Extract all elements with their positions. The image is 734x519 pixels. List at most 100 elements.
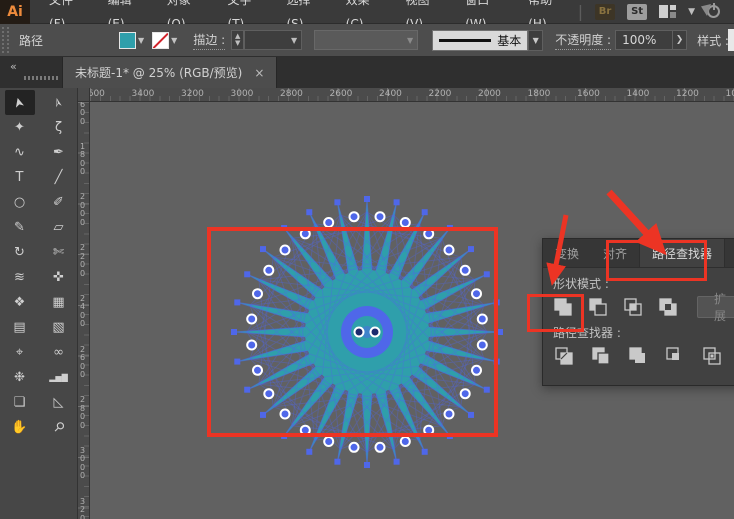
tab-pathfinder[interactable]: 路径查找器 <box>639 239 726 267</box>
hruler-label: 3200 <box>181 89 204 99</box>
vertical-ruler[interactable]: 1 6 0 0 1 8 0 0 2 0 0 0 2 2 0 0 2 4 0 0 2 6 0… <box>78 102 90 519</box>
lasso-tool[interactable]: ζ <box>44 115 74 140</box>
perspective-grid-tool-icon: ▦ <box>52 295 65 310</box>
anchor-point <box>393 199 400 206</box>
minus-front-button[interactable] <box>588 296 608 318</box>
fill-color-swatch[interactable] <box>119 31 137 49</box>
ring-anchor <box>459 388 471 400</box>
brush-definition[interactable]: 基本 <box>432 29 529 51</box>
curvature-tool[interactable]: ∿ <box>5 140 35 165</box>
curvature-tool-icon: ∿ <box>14 145 25 160</box>
menu-bar: Ai 文件(F)编辑(E)对象(O)文字(T)选择(S)效果(C)视图(V)窗口… <box>0 0 734 31</box>
scissors-tool-icon: ✄ <box>53 245 64 260</box>
sync-power-icon[interactable] <box>707 5 720 18</box>
perspective-grid-tool[interactable]: ▦ <box>44 290 74 315</box>
anchor-point <box>234 358 241 365</box>
ruler-origin-corner[interactable] <box>78 88 90 102</box>
ring-anchor <box>252 288 263 300</box>
magic-wand-tool[interactable]: ✦ <box>5 115 35 140</box>
workspace-switcher-icon[interactable] <box>659 5 677 18</box>
eyedropper-tool[interactable]: ⌖ <box>5 340 35 365</box>
zoom-tool[interactable]: ⚲ <box>44 415 74 440</box>
tools-panel: ➤➢✦ζ∿✒T╱○✐✎▱↻✄≋✜❖▦▤▧⌖∞❉▂▅▇❏◺✋⚲ ⇄ <box>0 88 78 519</box>
exclude-button[interactable] <box>658 296 678 318</box>
vruler-label: 1 6 0 0 <box>80 102 86 126</box>
trim-button[interactable] <box>590 345 612 367</box>
width-tool[interactable]: ≋ <box>5 265 35 290</box>
blend-tool[interactable]: ∞ <box>44 340 74 365</box>
tab-align[interactable]: 对齐 <box>591 239 639 267</box>
column-graph-tool[interactable]: ▂▅▇ <box>44 365 74 390</box>
paintbrush-tool[interactable]: ✐ <box>44 190 74 215</box>
eyedropper-tool-icon: ⌖ <box>15 345 24 360</box>
hand-tool[interactable]: ✋ <box>5 415 35 440</box>
scissors-tool[interactable]: ✄ <box>44 240 74 265</box>
chevron-down-icon[interactable]: ▼ <box>688 7 695 17</box>
stroke-weight-select[interactable]: ▼ <box>244 30 303 50</box>
stock-icon[interactable]: St <box>627 3 648 20</box>
opacity-next-icon[interactable]: ❯ <box>673 30 688 50</box>
divide-button[interactable] <box>553 345 575 367</box>
stroke-chevron-icon[interactable]: ▼ <box>171 36 177 45</box>
opacity-label[interactable]: 不透明度 : <box>555 31 612 50</box>
eraser-tool[interactable]: ▱ <box>44 215 74 240</box>
intersect-button[interactable] <box>623 296 643 318</box>
vruler-label: 2 0 0 0 <box>80 192 86 227</box>
vruler-label: 2 2 0 0 <box>80 243 86 278</box>
artboard-tool[interactable]: ❏ <box>5 390 35 415</box>
pen-tool[interactable]: ✒ <box>44 140 74 165</box>
stroke-weight-label[interactable]: 描边 : <box>193 31 226 50</box>
pathfinder-panel-body: 形状模式 : 扩展 路径查找器 : <box>543 268 734 379</box>
selection-type-label: 路径 <box>19 33 44 48</box>
tools-grid: ➤ ➢ ✦ ζ ∿ ✒ T ╱ ○ ✐ ✎ ▱ ↻ ✄ ≋ ✜ ❖ ▦ ▤ ▧ ⌖ ∞ ❉ ▂▅▇ ❏ ◺ ✋ ⚲ <box>0 88 77 440</box>
puppet-warp-tool-icon: ✜ <box>53 270 64 285</box>
merge-button[interactable] <box>627 345 649 367</box>
hruler-label: 1600 <box>577 89 600 99</box>
shape-builder-tool[interactable]: ❖ <box>5 290 35 315</box>
stroke-color-swatch[interactable] <box>152 31 170 49</box>
gradient-tool-icon: ▧ <box>52 320 65 335</box>
puppet-warp-tool[interactable]: ✜ <box>44 265 74 290</box>
tools-panel-grip[interactable] <box>24 76 58 80</box>
ring-anchor <box>246 313 258 325</box>
ring-anchor <box>348 211 360 223</box>
pen-tool-icon: ✒ <box>53 145 64 160</box>
direct-selection-tool[interactable]: ➢ <box>44 90 74 115</box>
collapse-panel-button[interactable]: « <box>10 60 17 73</box>
line-segment-tool[interactable]: ╱ <box>44 165 74 190</box>
ring-anchor <box>423 228 435 240</box>
selection-tool[interactable]: ➤ <box>4 90 35 115</box>
document-tab-title: 未标题-1* @ 25% (RGB/预览) <box>75 66 243 80</box>
gradient-tool[interactable]: ▧ <box>44 315 74 340</box>
brush-name: 基本 <box>497 33 522 48</box>
pencil-tool[interactable]: ✎ <box>5 215 35 240</box>
slice-tool[interactable]: ◺ <box>44 390 74 415</box>
stroke-weight-stepper[interactable]: ▲ ▼ <box>231 30 245 50</box>
outline-button[interactable] <box>701 345 723 367</box>
symbol-sprayer-tool[interactable]: ❉ <box>5 365 35 390</box>
anchor-point <box>493 358 500 365</box>
fill-chevron-icon[interactable]: ▼ <box>138 36 144 45</box>
bridge-icon[interactable]: Br <box>595 3 616 20</box>
ring-anchor <box>374 441 386 453</box>
brush-chevron-icon[interactable]: ▼ <box>528 29 544 51</box>
ring-anchor <box>323 217 335 228</box>
crop-button[interactable] <box>664 345 686 367</box>
document-tab[interactable]: 未标题-1* @ 25% (RGB/预览) × <box>62 57 278 88</box>
ellipse-tool[interactable]: ○ <box>5 190 35 215</box>
ring-anchor <box>279 408 291 420</box>
rotate-tool[interactable]: ↻ <box>5 240 35 265</box>
horizontal-ruler[interactable]: 3600 3400 3200 3000 2800 2600 2400 2200 2000 1800… <box>90 88 734 102</box>
type-tool[interactable]: T <box>5 165 35 190</box>
control-bar-grip[interactable] <box>2 27 9 53</box>
ring-anchor <box>423 424 435 436</box>
ring-anchor <box>263 388 275 400</box>
opacity-input[interactable]: 100% <box>615 30 674 50</box>
mesh-tool[interactable]: ▤ <box>5 315 35 340</box>
tab-transform[interactable]: 变换 <box>543 239 591 267</box>
expand-button: 扩展 <box>697 292 734 323</box>
ring-anchor <box>279 244 291 256</box>
blend-tool-icon: ∞ <box>53 345 64 360</box>
unite-button[interactable] <box>553 296 573 318</box>
close-tab-icon[interactable]: × <box>254 66 264 80</box>
